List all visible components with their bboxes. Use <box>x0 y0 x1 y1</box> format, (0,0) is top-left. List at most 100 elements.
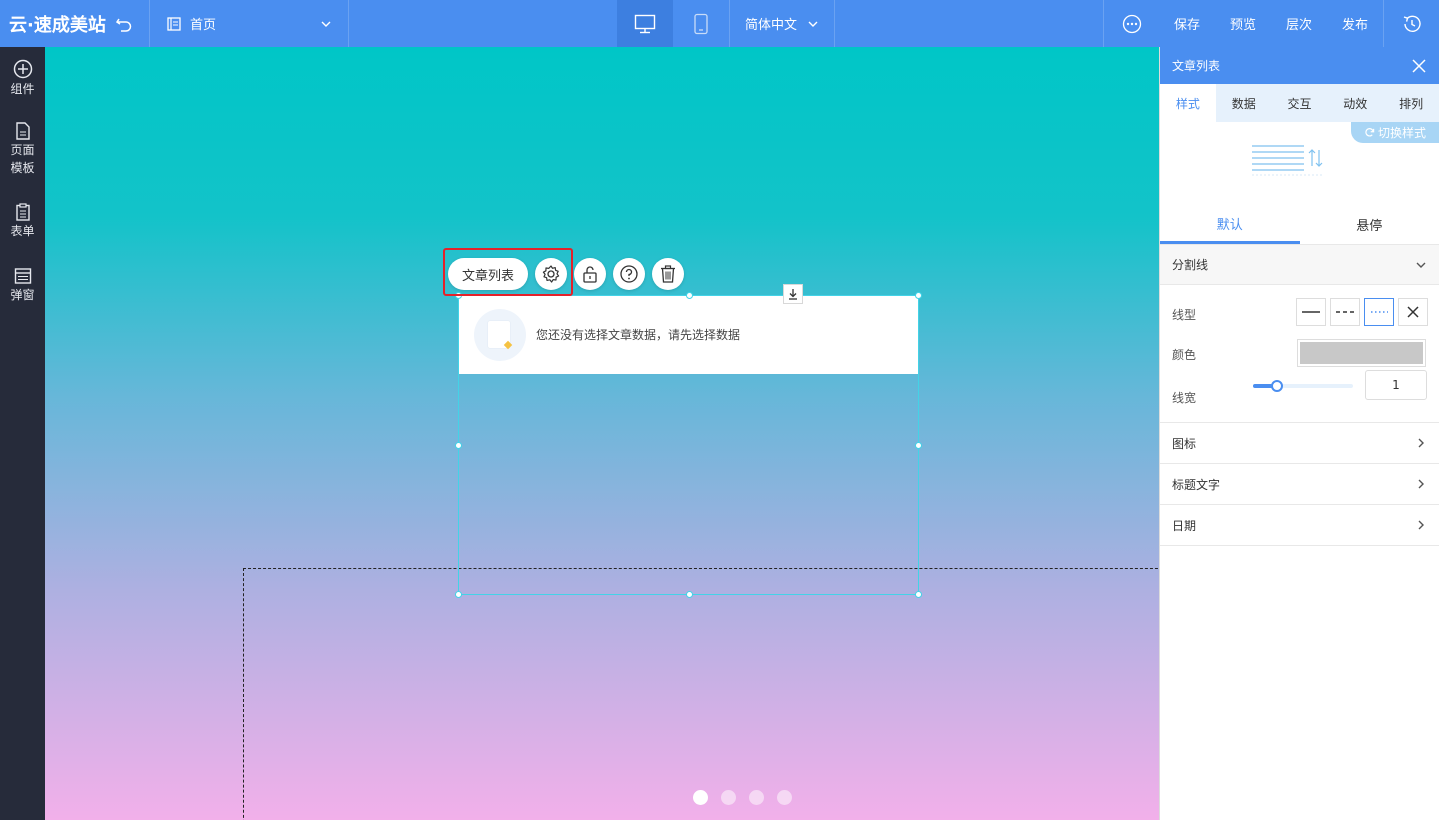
color-picker[interactable] <box>1297 339 1426 367</box>
line-width-slider[interactable] <box>1253 380 1353 392</box>
tab-interaction[interactable]: 交互 <box>1272 84 1328 122</box>
section-title: 图标 <box>1172 436 1197 451</box>
undo-icon[interactable] <box>114 14 134 34</box>
widget-name-button[interactable]: 文章列表 <box>448 258 529 290</box>
section-title: 标题文字 <box>1172 477 1221 492</box>
slider-handle[interactable] <box>1271 380 1283 392</box>
line-type-dotted[interactable] <box>1364 298 1394 326</box>
line-width-input[interactable] <box>1365 370 1427 400</box>
chevron-right-icon <box>1418 479 1424 489</box>
language-label: 简体中文 <box>744 18 797 33</box>
layers-button[interactable]: 层次 <box>1271 0 1327 47</box>
state-tabs: 默认 悬停 <box>1160 205 1439 245</box>
left-sidebar: 组件 页面模板 表单 弹窗 <box>0 47 45 820</box>
line-type-dashed[interactable] <box>1330 298 1360 326</box>
section-date-header[interactable]: 日期 <box>1160 505 1439 546</box>
lock-button[interactable] <box>574 258 607 290</box>
clipboard-icon <box>15 203 30 221</box>
line-width-label: 线宽 <box>1172 391 1197 405</box>
dotted-line-icon <box>1371 311 1388 313</box>
tab-hover[interactable]: 悬停 <box>1300 205 1439 244</box>
resize-handle[interactable] <box>686 591 693 598</box>
unlock-icon <box>583 266 597 283</box>
dashed-line-icon <box>1336 311 1354 313</box>
language-selector[interactable]: 简体中文 <box>729 0 835 47</box>
resize-handle[interactable] <box>455 591 462 598</box>
list-style-preview-icon[interactable] <box>1252 144 1324 180</box>
slide-dot[interactable] <box>721 790 736 805</box>
help-button[interactable] <box>613 258 646 290</box>
resize-handle[interactable] <box>915 442 922 449</box>
properties-panel: 文章列表 样式 数据 交互 动效 排列 切换样式 默认 悬停 分割线 线型 颜色… <box>1159 47 1439 820</box>
section-divider-header[interactable]: 分割线 <box>1160 245 1439 285</box>
delete-button[interactable] <box>652 258 685 290</box>
plus-circle-icon <box>13 59 32 79</box>
sidebar-item-components[interactable]: 组件 <box>0 59 45 98</box>
slide-dot[interactable] <box>777 790 792 805</box>
line-type-none[interactable] <box>1398 298 1428 326</box>
sidebar-item-forms[interactable]: 表单 <box>0 203 45 240</box>
mobile-view-button[interactable] <box>673 0 729 47</box>
sidebar-item-label: 组件 <box>10 82 35 96</box>
panel-title: 文章列表 <box>1172 59 1221 73</box>
resize-handle[interactable] <box>915 292 922 299</box>
resize-handle[interactable] <box>455 442 462 449</box>
line-type-solid[interactable] <box>1296 298 1326 326</box>
trash-icon <box>661 265 676 283</box>
top-bar: 云·速成美站 首页 简体中文 保存 预览 层次 发布 <box>0 0 1439 47</box>
editor-canvas[interactable]: 您还没有选择文章数据，请先选择数据 文章列表 <box>45 47 1159 820</box>
mobile-icon <box>694 13 708 34</box>
download-icon <box>789 289 797 300</box>
settings-button[interactable] <box>535 258 568 290</box>
save-button[interactable]: 保存 <box>1159 0 1215 47</box>
slide-dot[interactable] <box>693 790 708 805</box>
section-icon-header[interactable]: 图标 <box>1160 423 1439 464</box>
line-type-label: 线型 <box>1172 308 1197 322</box>
section-divider-body: 线型 颜色 线宽 <box>1160 285 1439 423</box>
page-icon <box>167 16 181 31</box>
panel-header: 文章列表 <box>1160 47 1439 84</box>
page-selector[interactable]: 首页 <box>150 0 349 47</box>
publish-button[interactable]: 发布 <box>1327 0 1383 47</box>
color-label: 颜色 <box>1172 348 1197 362</box>
window-icon <box>14 268 31 284</box>
panel-tabs: 样式 数据 交互 动效 排列 <box>1160 84 1439 122</box>
slide-indicators <box>693 790 792 805</box>
sidebar-item-popup[interactable]: 弹窗 <box>0 267 45 304</box>
section-title: 日期 <box>1172 518 1197 533</box>
history-button[interactable] <box>1383 0 1439 47</box>
close-icon[interactable] <box>1411 58 1427 74</box>
sidebar-item-label: 页面模板 <box>10 143 35 175</box>
color-swatch <box>1300 342 1423 364</box>
more-button[interactable] <box>1103 0 1159 47</box>
selection-box[interactable] <box>458 295 919 595</box>
tab-default[interactable]: 默认 <box>1160 205 1300 244</box>
tab-style[interactable]: 样式 <box>1160 84 1216 122</box>
tab-data[interactable]: 数据 <box>1216 84 1272 122</box>
slide-dot[interactable] <box>749 790 764 805</box>
solid-line-icon <box>1302 311 1320 313</box>
resize-handle[interactable] <box>915 591 922 598</box>
close-icon <box>1407 306 1419 318</box>
chevron-down-icon <box>321 21 331 27</box>
document-icon <box>15 122 30 140</box>
section-title-text-header[interactable]: 标题文字 <box>1160 464 1439 505</box>
chevron-right-icon <box>1418 520 1424 530</box>
chevron-right-icon <box>1418 438 1424 448</box>
section-outline[interactable] <box>243 568 1159 820</box>
widget-toolbar: 文章列表 <box>448 258 685 290</box>
logo-area: 云·速成美站 <box>0 0 150 47</box>
gear-icon <box>542 265 560 283</box>
resize-handle[interactable] <box>686 292 693 299</box>
download-button[interactable] <box>783 284 803 304</box>
page-selector-label: 首页 <box>190 18 217 33</box>
sidebar-item-page-templates[interactable]: 页面模板 <box>0 122 45 177</box>
chevron-down-icon <box>1416 262 1426 268</box>
more-icon <box>1122 14 1141 33</box>
tab-arrange[interactable]: 排列 <box>1383 84 1439 122</box>
preview-button[interactable]: 预览 <box>1215 0 1271 47</box>
switch-style-button[interactable]: 切换样式 <box>1351 122 1439 143</box>
sidebar-item-label: 弹窗 <box>10 288 35 302</box>
tab-animation[interactable]: 动效 <box>1327 84 1383 122</box>
desktop-view-button[interactable] <box>617 0 673 47</box>
